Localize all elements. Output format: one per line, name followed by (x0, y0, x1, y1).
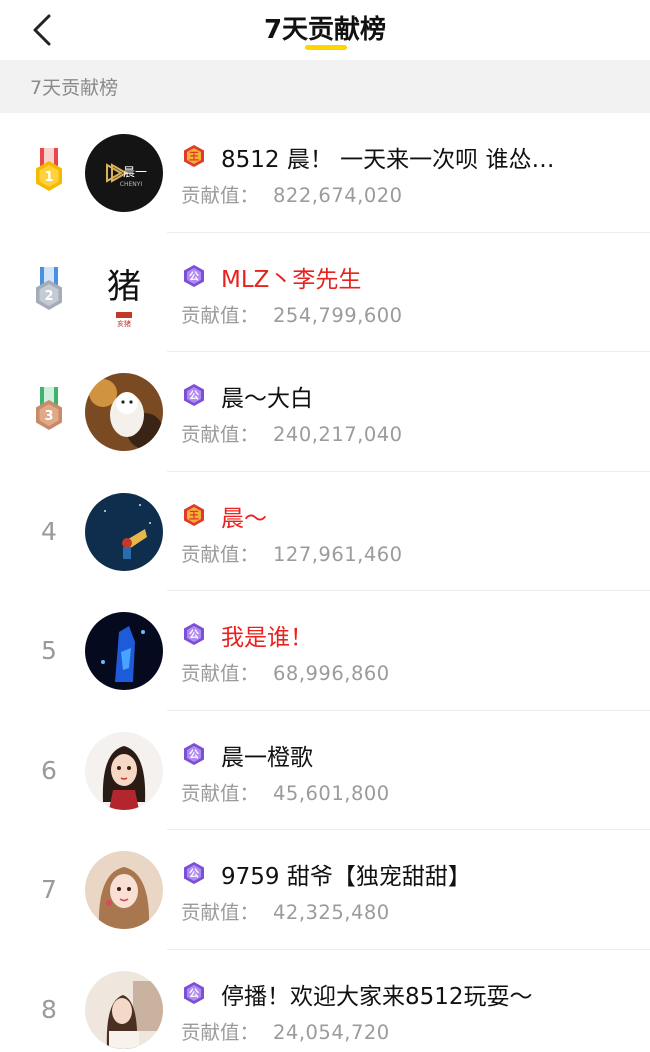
page-title: 7天贡献榜 (263, 15, 387, 45)
contribution-amount: 254,799,600 (273, 303, 403, 327)
section-header: 7天贡献榜 (0, 60, 650, 113)
list-item[interactable]: 7 公 9759 甜爷【独宠甜甜】 贡献值： 42,325,480 (0, 830, 650, 950)
avatar[interactable] (85, 373, 163, 451)
contribution-amount: 127,961,460 (273, 542, 403, 566)
list-item[interactable]: 4 王 晨～ 贡献值： 127,961,460 (0, 472, 650, 591)
contribution-value: 贡献值： 45,601,800 (181, 777, 390, 806)
duke-badge-icon: 公 (184, 623, 204, 645)
svg-text:亥猪: 亥猪 (117, 319, 131, 328)
svg-text:1: 1 (44, 170, 53, 185)
contribution-label: 贡献值： (181, 662, 260, 685)
ranking-list: 1 晨一 CHENYI 王 8512 晨！ 一天来一次呗 谁怂… 贡献值： 822… (0, 113, 650, 1052)
rank-number: 5 (41, 636, 57, 666)
user-name[interactable]: 停播！欢迎大家来8512玩耍～ (221, 977, 630, 1011)
duke-badge-icon: 公 (184, 264, 204, 287)
top-bar: 7天贡献榜 (0, 0, 650, 60)
svg-text:猪: 猪 (107, 267, 141, 307)
contribution-value: 贡献值： 822,674,020 (181, 179, 403, 208)
list-item[interactable]: 5 公 我是谁！ 贡献值： 68,996,860 (0, 591, 650, 711)
user-name[interactable]: 晨～ (221, 499, 630, 533)
contribution-value: 贡献值： 240,217,040 (181, 418, 403, 447)
contribution-label: 贡献值： (181, 901, 260, 924)
list-item[interactable]: 6 公 晨一橙歌 贡献值： 45,601,800 (0, 711, 650, 830)
duke-badge-icon: 公 (184, 981, 204, 1004)
duke-badge-icon: 公 (184, 742, 204, 765)
contribution-amount: 45,601,800 (273, 781, 390, 805)
svg-text:公: 公 (189, 988, 199, 1000)
avatar[interactable]: 猪 亥猪 (85, 253, 163, 332)
contribution-value: 贡献值： 24,054,720 (181, 1016, 390, 1045)
rank-medal: 1 (22, 113, 76, 233)
svg-text:3: 3 (44, 409, 53, 424)
list-item[interactable]: 8 公 停播！欢迎大家来8512玩耍～ 贡献值： 24,054,720 (0, 950, 650, 1052)
contribution-amount: 42,325,480 (273, 901, 390, 924)
avatar[interactable] (85, 970, 163, 1049)
svg-text:王: 王 (189, 151, 199, 163)
rank-medal: 3 (22, 352, 76, 472)
contribution-label: 贡献值： (181, 423, 260, 446)
avatar[interactable] (85, 492, 163, 571)
user-name[interactable]: 9759 甜爷【独宠甜甜】 (221, 857, 630, 891)
rank-number: 4 (41, 516, 57, 546)
list-item[interactable]: 2 猪 亥猪 公 MLZ丶李先生 贡献值： 254,799,600 (0, 233, 650, 353)
gold-medal-icon: 1 (36, 147, 62, 191)
svg-text:晨一: 晨一 (123, 165, 147, 179)
list-item[interactable]: 1 晨一 CHENYI 王 8512 晨！ 一天来一次呗 谁怂… 贡献值： 822… (0, 113, 650, 233)
title-underline (305, 45, 347, 50)
svg-text:公: 公 (189, 629, 199, 641)
svg-text:2: 2 (44, 289, 53, 304)
contribution-value: 贡献值： 254,799,600 (181, 299, 403, 328)
king-badge-icon: 王 (184, 503, 204, 526)
avatar[interactable] (85, 851, 163, 929)
user-name[interactable]: 晨一橙歌 (221, 738, 630, 772)
avatar[interactable] (85, 612, 163, 690)
bronze-medal-icon: 3 (36, 386, 62, 430)
duke-badge-icon: 公 (184, 384, 204, 406)
user-name[interactable]: 我是谁！ (221, 618, 630, 652)
contribution-label: 贡献值： (181, 303, 260, 327)
contribution-amount: 24,054,720 (273, 1020, 390, 1044)
user-name[interactable]: 8512 晨！ 一天来一次呗 谁怂… (221, 140, 630, 174)
rank-number: 8 (41, 994, 57, 1024)
contribution-label: 贡献值： (181, 542, 260, 566)
contribution-label: 贡献值： (181, 781, 260, 805)
silver-medal-icon: 2 (36, 267, 62, 311)
user-name[interactable]: 晨～大白 (221, 379, 630, 413)
rank-number: 6 (41, 755, 57, 785)
svg-text:公: 公 (189, 749, 199, 761)
svg-text:王: 王 (189, 510, 199, 522)
svg-text:公: 公 (189, 868, 199, 880)
contribution-label: 贡献值： (181, 1020, 260, 1044)
contribution-label: 贡献值： (181, 184, 260, 207)
duke-badge-icon: 公 (184, 862, 204, 884)
contribution-value: 贡献值： 68,996,860 (181, 657, 390, 686)
rank-number: 7 (41, 875, 57, 905)
contribution-amount: 822,674,020 (273, 184, 403, 207)
contribution-amount: 68,996,860 (273, 662, 390, 685)
list-item[interactable]: 3 公 晨～大白 贡献值： 240,217,040 (0, 352, 650, 472)
contribution-value: 贡献值： 127,961,460 (181, 538, 403, 567)
svg-text:公: 公 (189, 390, 199, 402)
king-badge-icon: 王 (184, 145, 204, 167)
rank-medal: 2 (22, 233, 76, 353)
avatar[interactable] (85, 731, 163, 810)
contribution-amount: 240,217,040 (273, 423, 403, 446)
section-label: 7天贡献榜 (30, 77, 119, 99)
contribution-value: 贡献值： 42,325,480 (181, 896, 390, 925)
svg-text:公: 公 (189, 271, 199, 283)
svg-text:CHENYI: CHENYI (120, 181, 143, 188)
user-name[interactable]: MLZ丶李先生 (221, 260, 630, 294)
avatar[interactable]: 晨一 CHENYI (85, 134, 163, 212)
